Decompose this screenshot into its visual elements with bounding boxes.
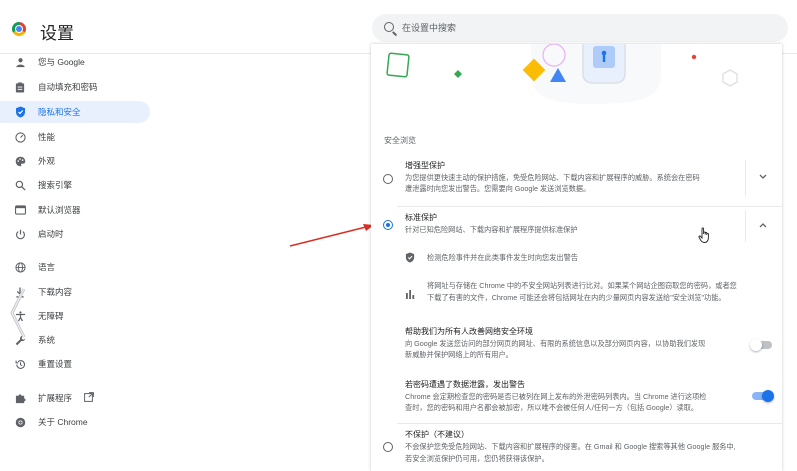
help-improve-toggle[interactable] xyxy=(750,339,772,351)
option-title: 不保护（不建议） xyxy=(405,430,469,439)
setting-desc-line1: 向 Google 发送您访问的部分网页的网址、有限的系统信息以及部分网页内容，以… xyxy=(405,339,706,348)
hand-cursor-icon xyxy=(698,227,709,243)
toggle-knob xyxy=(762,390,774,402)
collapse-sidebar-chevron-icon[interactable] xyxy=(6,286,30,340)
sidebar-item-reset-settings[interactable]: 重置设置 xyxy=(0,353,150,375)
puzzle-icon xyxy=(14,392,26,404)
sidebar-item-label: 外观 xyxy=(38,156,56,166)
setting-desc-line2: 查时，您的密码和用户名都会被加密，所以唯不会被任何人/任何一方（包括 Googl… xyxy=(405,403,699,412)
divider xyxy=(397,206,782,207)
sidebar: 您与 Google 自动填充和密码 隐私和安全 性能 外观 搜索引擎 默认浏览器… xyxy=(0,54,155,471)
clipboard-icon xyxy=(14,81,26,93)
search-box[interactable] xyxy=(372,14,788,42)
option-desc-line1: 不会保护您免受危险网站、下载内容和扩展程序的侵害。在 Gmail 和 Googl… xyxy=(405,442,736,451)
sidebar-item-on-startup[interactable]: 启动时 xyxy=(0,223,150,245)
option-desc: 针对已知危险网站、下载内容和扩展程序提供标准保护 xyxy=(405,225,578,234)
option-desc-line1: 为您提供更快速主动的保护措施，免受危险网站、下载内容和扩展程序的威胁。系统会在密… xyxy=(405,173,700,182)
search-input[interactable] xyxy=(402,18,772,38)
chevron-down-icon[interactable] xyxy=(759,172,767,182)
sidebar-item-extensions[interactable]: 扩展程序 xyxy=(0,387,150,409)
sidebar-item-label: 默认浏览器 xyxy=(38,205,81,215)
power-icon xyxy=(14,228,26,240)
sidebar-item-performance[interactable]: 性能 xyxy=(0,126,150,148)
palette-icon xyxy=(14,155,26,167)
sidebar-item-label: 性能 xyxy=(38,132,56,142)
sidebar-item-label: 无障碍 xyxy=(38,311,64,321)
sidebar-item-label: 自动填充和密码 xyxy=(38,82,98,92)
setting-desc-line2: 新威胁并保护网络上的所有用户。 xyxy=(405,350,513,359)
chrome-logo-icon xyxy=(12,22,26,36)
person-icon xyxy=(14,56,26,68)
option-desc-line2: 若安全浏览保护仍可用，您仍将获得该保护。 xyxy=(405,454,549,463)
sidebar-item-search-engine[interactable]: 搜索引擎 xyxy=(0,174,150,196)
search-icon xyxy=(384,22,394,32)
sidebar-item-label: 关于 Chrome xyxy=(38,417,88,427)
setting-desc-line1: Chrome 会定期检查您的密码是否已被列在网上发布的外泄密码列表内。当 Chr… xyxy=(405,392,707,401)
sidebar-item-label: 启动时 xyxy=(38,229,64,239)
setting-title: 帮助我们为所有人改善网络安全环境 xyxy=(405,327,533,336)
divider xyxy=(745,210,746,242)
sidebar-item-label: 隐私和安全 xyxy=(38,107,81,117)
divider xyxy=(397,423,782,424)
speedometer-icon xyxy=(14,131,26,143)
setting-title: 若密码遭遇了数据泄露，发出警告 xyxy=(405,380,525,389)
sidebar-item-about-chrome[interactable]: 关于 Chrome xyxy=(0,411,150,433)
sidebar-item-label: 搜索引擎 xyxy=(38,180,73,190)
sidebar-item-label: 您与 Google xyxy=(38,57,85,67)
toggle-knob xyxy=(750,339,762,351)
sidebar-item-appearance[interactable]: 外观 xyxy=(0,150,150,172)
radio-no-protection[interactable] xyxy=(383,442,393,452)
option-title: 增强型保护 xyxy=(405,161,445,170)
search-icon xyxy=(14,179,26,191)
history-icon xyxy=(14,358,26,370)
sidebar-item-label: 扩展程序 xyxy=(38,393,73,403)
sidebar-item-you-and-google[interactable]: 您与 Google xyxy=(0,51,150,73)
open-in-new-icon xyxy=(84,392,94,404)
chevron-up-icon[interactable] xyxy=(759,220,767,230)
sidebar-item-label: 重置设置 xyxy=(38,359,73,369)
option-title: 标准保护 xyxy=(405,213,437,222)
browser-icon xyxy=(14,204,26,216)
shield-icon xyxy=(14,106,26,118)
chrome-icon xyxy=(14,416,26,428)
detail-text-line1: 将网址与存储在 Chrome 中的不安全网站列表进行比对。如果某个网站企图窃取您… xyxy=(427,281,737,290)
sidebar-item-label: 系统 xyxy=(38,335,56,345)
bar-chart-icon xyxy=(405,289,415,301)
sidebar-item-label: 下载内容 xyxy=(38,287,73,297)
radio-standard[interactable] xyxy=(383,220,393,230)
section-title-safe-browsing: 安全浏览 xyxy=(384,136,416,145)
sidebar-item-autofill[interactable]: 自动填充和密码 xyxy=(0,76,150,98)
sidebar-item-default-browser[interactable]: 默认浏览器 xyxy=(0,199,150,221)
page-title: 设置 xyxy=(40,24,74,43)
detail-text-line2: 下载了有害的文件，Chrome 可能还会将包括网址在内的少量网页内容发送给"安全… xyxy=(427,293,726,302)
divider xyxy=(745,160,746,196)
shield-check-icon xyxy=(405,252,415,265)
option-desc-line2: 遭泄露时向您发出警告。您需要向 Google 发送浏览数据。 xyxy=(405,184,591,193)
sidebar-item-languages[interactable]: 语言 xyxy=(0,256,150,278)
detail-text: 检测危险事件并在此类事件发生时向您发出警告 xyxy=(427,253,578,262)
radio-enhanced[interactable] xyxy=(383,174,393,184)
safe-browsing-illustration xyxy=(371,44,782,120)
globe-icon xyxy=(14,261,26,273)
sidebar-item-privacy-security[interactable]: 隐私和安全 xyxy=(0,101,150,123)
password-leak-toggle[interactable] xyxy=(752,390,774,402)
sidebar-item-label: 语言 xyxy=(38,262,56,272)
settings-panel: 安全浏览 增强型保护 为您提供更快速主动的保护措施，免受危险网站、下载内容和扩展… xyxy=(371,44,782,471)
